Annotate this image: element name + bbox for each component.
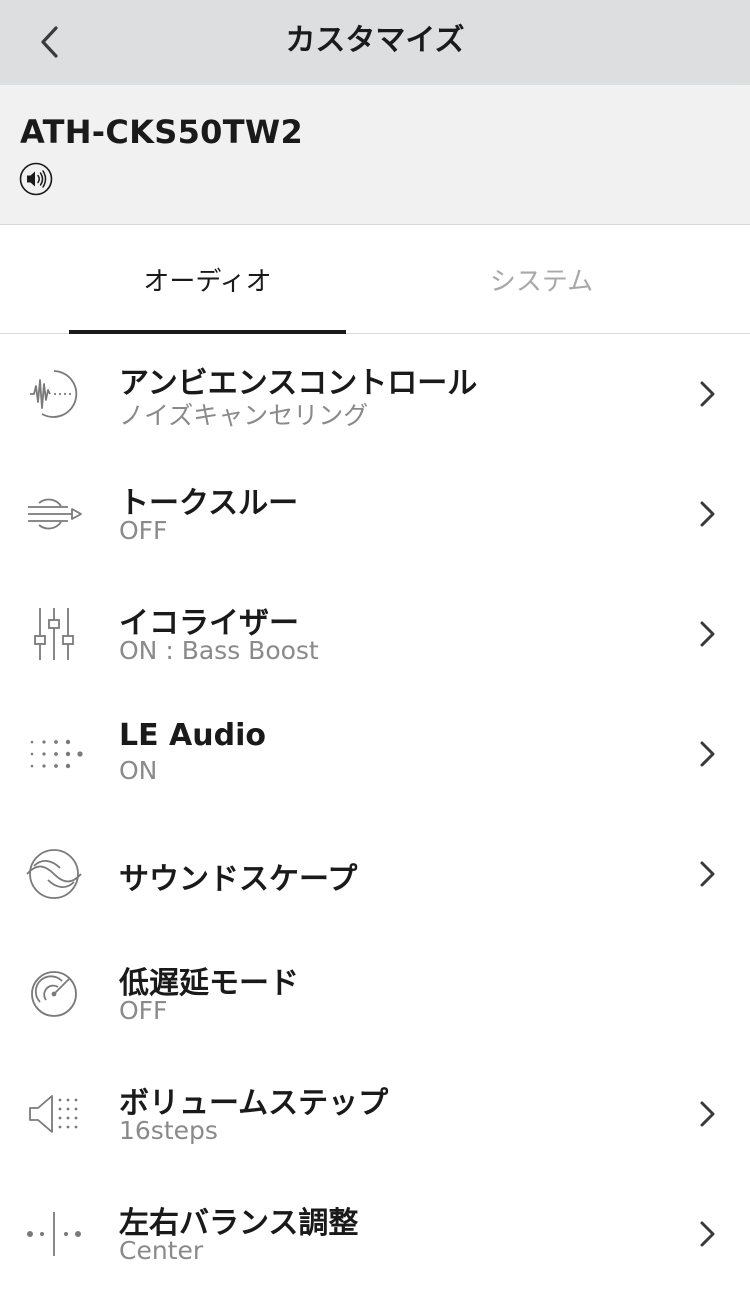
tab-audio[interactable]: オーディオ <box>69 225 346 334</box>
list-item-balance[interactable]: 左右バランス調整 Center <box>0 1174 750 1290</box>
talk-through-icon <box>22 482 86 546</box>
balance-icon <box>22 1202 86 1266</box>
list-item-equalizer[interactable]: イコライザー ON : Bass Boost <box>0 574 750 694</box>
chevron-right-icon <box>700 501 715 527</box>
device-name: ATH-CKS50TW2 <box>20 113 304 151</box>
low-latency-icon <box>22 962 86 1026</box>
device-header: ATH-CKS50TW2 <box>0 85 750 225</box>
chevron-right-icon <box>700 621 715 647</box>
tab-system[interactable]: システム <box>403 225 680 334</box>
chevron-right-icon <box>700 1101 715 1127</box>
soundscape-icon <box>22 842 86 906</box>
list-item-volume-step[interactable]: ボリュームステップ 16steps <box>0 1054 750 1174</box>
chevron-right-icon <box>700 741 715 767</box>
item-title: LE Audio <box>119 718 266 753</box>
le-audio-icon <box>22 722 86 786</box>
chevron-right-icon <box>700 1221 715 1247</box>
item-title: サウンドスケープ <box>119 862 358 897</box>
speaker-icon <box>19 162 53 196</box>
item-subtitle: Center <box>119 1236 204 1265</box>
item-subtitle: ON : Bass Boost <box>119 636 319 665</box>
tab-bar: オーディオ システム <box>0 225 750 334</box>
item-subtitle: ON <box>119 756 158 785</box>
chevron-right-icon <box>700 861 715 887</box>
list-item-soundscape[interactable]: サウンドスケープ <box>0 814 750 934</box>
list-item-le-audio[interactable]: LE Audio ON <box>0 694 750 814</box>
item-subtitle: OFF <box>119 516 168 545</box>
top-nav-bar: カスタマイズ <box>0 0 750 85</box>
list-item-talk-through[interactable]: トークスルー OFF <box>0 454 750 574</box>
equalizer-icon <box>22 602 86 666</box>
list-item-low-latency[interactable]: 低遅延モード OFF <box>0 934 750 1054</box>
page-title: カスタマイズ <box>285 23 465 58</box>
item-subtitle: ノイズキャンセリング <box>119 401 369 430</box>
list-item-ambient-control[interactable]: アンビエンスコントロール ノイズキャンセリング <box>0 334 750 454</box>
ambient-sound-icon <box>22 362 86 426</box>
volume-step-icon <box>22 1082 86 1146</box>
item-subtitle: 16steps <box>119 1116 218 1145</box>
item-subtitle: OFF <box>119 996 168 1025</box>
chevron-right-icon <box>700 381 715 407</box>
